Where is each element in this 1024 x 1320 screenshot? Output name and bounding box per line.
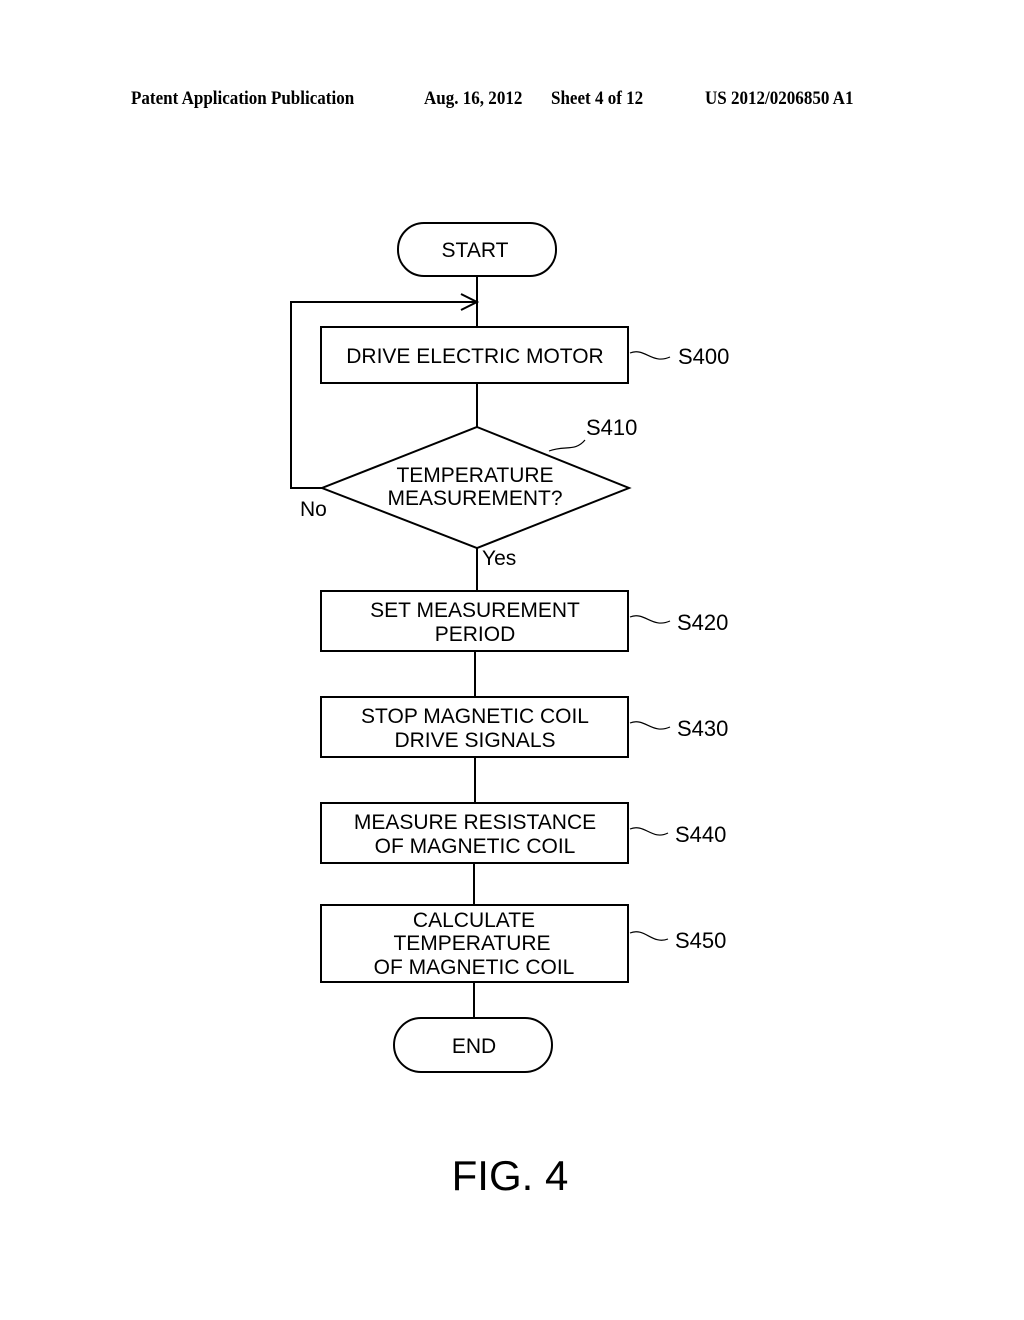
step-text-s440-line1: MEASURE RESISTANCE [354,811,596,834]
decision-text-line1: TEMPERATURE [396,464,553,487]
decision-yes-label: Yes [482,547,516,570]
end-label: END [452,1035,496,1058]
leader-s400 [629,351,671,360]
step-text-s420-line1: SET MEASUREMENT [370,599,580,622]
step-id-s440: S440 [675,822,726,847]
step-id-s420: S420 [677,610,728,635]
decision-text-line2: MEASUREMENT? [387,487,562,510]
step-text-s450-line3: OF MAGNETIC COIL [374,956,575,979]
step-id-s410: S410 [586,415,637,440]
leader-s410 [548,439,586,452]
leader-s440 [629,827,669,836]
step-id-s400: S400 [678,344,729,369]
step-text-s450-line1: CALCULATE [413,909,535,932]
step-text-s420-line2: PERIOD [435,623,516,646]
step-text-s400: DRIVE ELECTRIC MOTOR [346,345,603,368]
step-text-s430-line2: DRIVE SIGNALS [394,729,555,752]
figure-label: FIG. 4 [452,1152,569,1199]
start-label: START [442,239,509,262]
step-text-s450-line2: TEMPERATURE [393,932,550,955]
step-id-s450: S450 [675,928,726,953]
leader-s420 [629,615,671,624]
flowchart: START DRIVE ELECTRIC MOTOR S400 TEMPERAT… [290,222,729,1199]
step-text-s440-line2: OF MAGNETIC COIL [375,835,576,858]
loop-back-line [290,301,477,489]
leader-s430 [629,721,671,730]
step-id-s430: S430 [677,716,728,741]
leader-s450 [629,931,669,941]
step-text-s430-line1: STOP MAGNETIC COIL [361,705,589,728]
decision-no-label: No [300,498,327,521]
